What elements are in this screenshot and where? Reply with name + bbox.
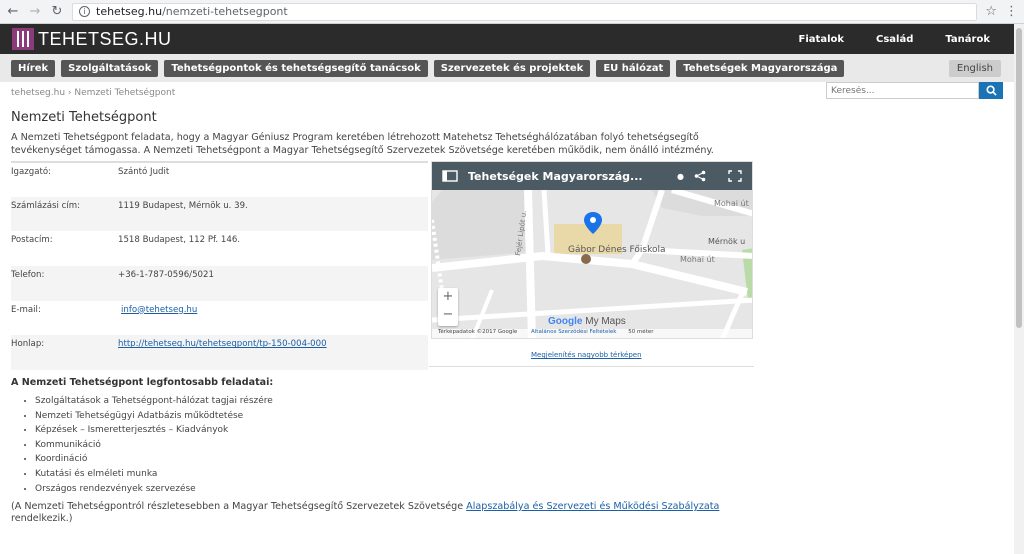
search-box: [826, 82, 1003, 99]
breadcrumb-separator: ›: [67, 88, 72, 98]
tasks-heading: A Nemzeti Tehetségpont legfontosabb fela…: [11, 377, 274, 388]
nav-szervezetek[interactable]: Szervezetek és projektek: [433, 59, 591, 77]
url-path: /nemzeti-tehetsegpont: [162, 5, 288, 18]
my-maps-label: My Maps: [585, 316, 626, 327]
footnote-before: (A Nemzeti Tehetségpontról részletesebbe…: [11, 501, 467, 513]
table-row: E-mail: info@tehetseg.hu: [11, 301, 428, 336]
bylaws-link[interactable]: Alapszabálya és Szervezeti és Működési S…: [466, 501, 719, 512]
link-fiatalok[interactable]: Fiatalok: [799, 34, 844, 45]
street-label-mohai-2: Mohai út: [680, 255, 715, 264]
link-csalad[interactable]: Család: [876, 34, 913, 45]
zoom-controls: + −: [438, 288, 458, 326]
footnote: (A Nemzeti Tehetségpontról részletesebbe…: [11, 501, 751, 525]
map-header: Tehetségek Magyarország... ●: [432, 162, 752, 190]
breadcrumb-row: tehetseg.hu › Nemzeti Tehetségpont: [0, 82, 1024, 104]
phone-value: +36-1-787-0596/5021: [118, 266, 428, 301]
link-tanarok[interactable]: Tanárok: [945, 34, 990, 45]
language-switch-button[interactable]: English: [948, 59, 1001, 77]
intro-text: A Nemzeti Tehetségpont feladata, hogy a …: [11, 132, 714, 156]
url-host: tehetseg.hu: [96, 5, 163, 18]
table-row: Honlap: http://tehetseg.hu/tehetsegpont/…: [11, 335, 428, 371]
logo-text: TEHETSEG.HU: [38, 28, 172, 49]
share-icon[interactable]: [694, 170, 706, 182]
logo-icon: [12, 28, 34, 50]
email-label: E-mail:: [11, 304, 41, 315]
nav-eu-halozat[interactable]: EU hálózat: [596, 59, 671, 77]
street-label-mernok: Mérnök u: [708, 236, 745, 246]
list-item: Koordináció: [35, 452, 1013, 467]
info-icon[interactable]: i: [79, 6, 90, 17]
bookmark-star-icon[interactable]: ☆: [985, 4, 997, 19]
map-canvas[interactable]: Mohai út Mohai út Mérnök u Fejér Lipót u…: [432, 187, 752, 338]
scrollbar-thumb[interactable]: [1016, 28, 1022, 328]
zoom-out-button[interactable]: −: [438, 306, 458, 324]
contact-table: Igazgató: Szántó Judit Számlázási cím: 1…: [11, 161, 428, 371]
map-attribution: Térképadatok ©2017 Google Általános Szer…: [432, 329, 752, 338]
website-link[interactable]: http://tehetseg.hu/tehetsegpont/tp-150-0…: [118, 339, 327, 349]
nav-szolgaltatasok[interactable]: Szolgáltatások: [61, 59, 159, 77]
list-item: Országos rendezvények szervezése: [35, 482, 1013, 497]
map-layers-icon[interactable]: [442, 170, 458, 182]
school-marker-icon: [581, 254, 591, 264]
postal-value: 1518 Budapest, 112 Pf. 146.: [118, 235, 241, 246]
postal-label: Postacím:: [11, 235, 53, 246]
divider: [429, 366, 754, 367]
director-value: Szántó Judit: [118, 167, 170, 177]
forward-icon[interactable]: →: [28, 4, 42, 19]
google-logo: Google: [548, 316, 583, 327]
map-title: Tehetségek Magyarország...: [468, 169, 643, 183]
main-content: Nemzeti Tehetségpont A Nemzeti Tehetségp…: [0, 110, 1024, 525]
search-button[interactable]: [979, 82, 1003, 99]
audience-links: Fiatalok Család Tanárok: [799, 34, 1012, 45]
nav-tehetsegek-magyarorszaga[interactable]: Tehetségek Magyarországa: [676, 59, 845, 77]
breadcrumb-home[interactable]: tehetseg.hu: [11, 88, 65, 98]
browser-menu-icon[interactable]: ⋮: [1005, 4, 1018, 19]
larger-map-link[interactable]: Megjelenítés nagyobb térképen: [531, 351, 642, 359]
director-label: Igazgató:: [11, 167, 52, 177]
map-info-icon[interactable]: ●: [677, 172, 684, 181]
breadcrumb-current: Nemzeti Tehetségpont: [74, 88, 176, 98]
list-item: Szolgáltatások a Tehetségpont-hálózat ta…: [35, 394, 1013, 409]
zoom-in-button[interactable]: +: [438, 288, 458, 306]
breadcrumb: tehetseg.hu › Nemzeti Tehetségpont: [11, 88, 175, 98]
nav-hirek[interactable]: Hírek: [11, 59, 56, 77]
reload-icon[interactable]: ↻: [50, 4, 64, 19]
billing-value: 1119 Budapest, Mérnök u. 39.: [118, 196, 428, 232]
address-bar[interactable]: i tehetseg.hu/nemzeti-tehetsegpont: [72, 2, 978, 21]
site-logo[interactable]: TEHETSEG.HU: [12, 28, 172, 50]
web-label: Honlap:: [11, 335, 118, 371]
list-item: Kommunikáció: [35, 438, 1013, 453]
search-input[interactable]: [826, 82, 979, 99]
site-header: TEHETSEG.HU Fiatalok Család Tanárok: [0, 24, 1024, 54]
list-item: Nemzeti Tehetségügyi Adatbázis működteté…: [35, 409, 1013, 424]
fullscreen-icon[interactable]: [728, 170, 742, 182]
email-link[interactable]: info@tehetseg.hu: [121, 305, 197, 315]
page-title: Nemzeti Tehetségpont: [11, 110, 157, 125]
search-icon: [985, 85, 997, 96]
page-scrollbar[interactable]: [1014, 24, 1024, 554]
table-row: Igazgató: Szántó Judit: [11, 162, 428, 197]
attribution-text: Térképadatok ©2017 Google: [438, 329, 518, 335]
street-label-mohai-1: Mohai út: [714, 199, 749, 208]
list-item: Képzések – Ismeretterjesztés – Kiadványo…: [35, 423, 1013, 438]
list-item: Kutatási és elméleti munka: [35, 467, 1013, 482]
google-my-maps-brand: Google My Maps: [548, 316, 626, 327]
table-row: Számlázási cím: 1119 Budapest, Mérnök u.…: [11, 196, 428, 232]
table-row: Postacím: 1518 Budapest, 112 Pf. 146.: [11, 231, 428, 266]
nav-tehetsegpontok[interactable]: Tehetségpontok és tehetségsegítő tanácso…: [164, 59, 428, 77]
phone-label: Telefon:: [11, 266, 118, 301]
back-icon[interactable]: ←: [6, 4, 20, 19]
contact-section: Igazgató: Szántó Judit Számlázási cím: 1…: [11, 161, 1013, 371]
map-scale: 50 méter: [628, 329, 654, 335]
terms-link[interactable]: Általános Szerződési Feltételek: [531, 329, 616, 335]
main-nav: Hírek Szolgáltatások Tehetségpontok és t…: [0, 54, 1024, 82]
browser-toolbar: ← → ↻ i tehetseg.hu/nemzeti-tehetsegpont…: [0, 0, 1024, 24]
table-row: Telefon: +36-1-787-0596/5021: [11, 266, 428, 301]
footnote-after: rendelkezik.): [11, 513, 73, 525]
tasks-list: Szolgáltatások a Tehetségpont-hálózat ta…: [11, 394, 1013, 496]
map-place-label: Gábor Dénes Főiskola: [568, 244, 666, 255]
billing-label: Számlázási cím:: [11, 196, 118, 232]
embedded-map[interactable]: Tehetségek Magyarország... ● Mohai út Mo…: [431, 161, 753, 339]
